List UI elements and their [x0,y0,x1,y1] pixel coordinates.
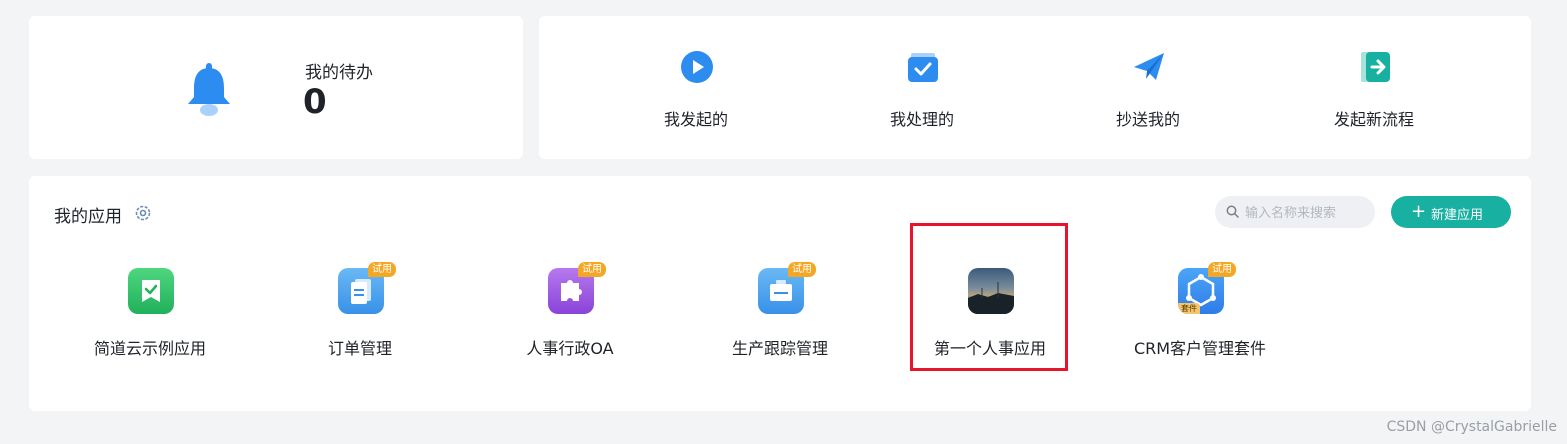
todo-card[interactable]: 我的待办 0 [29,16,523,159]
quick-actions-card: 我发起的 我处理的 抄送我的 发起新流程 [539,16,1531,159]
check-box-icon [908,53,938,82]
quick-item-label: 我处理的 [889,110,954,129]
suite-badge: 套件 [1178,303,1200,314]
quick-item-label: 抄送我的 [1115,110,1180,129]
new-app-label: 新建应用 [1431,208,1484,223]
app-name: 简道云示例应用 [93,339,206,358]
search-input[interactable] [1243,196,1371,230]
exit-arrow-icon [1361,52,1390,82]
bookmark-check-icon [128,268,174,314]
quick-item-label: 发起新流程 [1333,110,1414,129]
quick-item-cc[interactable]: 抄送我的 [1035,16,1261,159]
app-tile[interactable]: 试用 生产跟踪管理 [675,262,885,372]
quick-item-handled[interactable]: 我处理的 [809,16,1035,159]
new-app-button[interactable]: + 新建应用 [1391,196,1511,228]
app-name: 人事行政OA [526,339,614,358]
quick-item-initiated[interactable]: 我发起的 [583,16,809,159]
quick-item-new-process[interactable]: 发起新流程 [1261,16,1487,159]
search-box[interactable] [1215,196,1375,230]
trial-badge: 试用 [578,262,606,277]
app-name: 生产跟踪管理 [731,339,828,358]
gear-icon[interactable] [134,204,152,222]
plus-icon: + [1411,201,1427,222]
my-apps-card: 我的应用 + 新建应用 简道云示例应用 [29,176,1531,411]
app-tile[interactable]: 试用 订单管理 [255,262,465,372]
highlight-box [910,223,1068,371]
app-tile[interactable]: 简道云示例应用 [45,262,255,372]
trial-badge: 试用 [788,262,816,277]
app-name: 订单管理 [327,339,392,358]
paper-plane-icon [1134,53,1164,80]
app-name: CRM客户管理套件 [1133,339,1267,358]
quick-item-label: 我发起的 [663,110,728,129]
bell-icon [188,63,230,116]
app-tile[interactable]: 试用 人事行政OA [465,262,675,372]
todo-count[interactable]: 0 [303,82,327,122]
app-tile[interactable]: 套件 试用 CRM客户管理套件 [1095,262,1305,372]
search-icon [1226,205,1239,218]
section-title: 我的应用 [54,207,122,227]
trial-badge: 试用 [1208,262,1236,277]
watermark: CSDN @CrystalGabrielle [1386,419,1557,435]
play-circle-icon [681,51,713,83]
trial-badge: 试用 [368,262,396,277]
todo-label: 我的待办 [305,63,373,83]
